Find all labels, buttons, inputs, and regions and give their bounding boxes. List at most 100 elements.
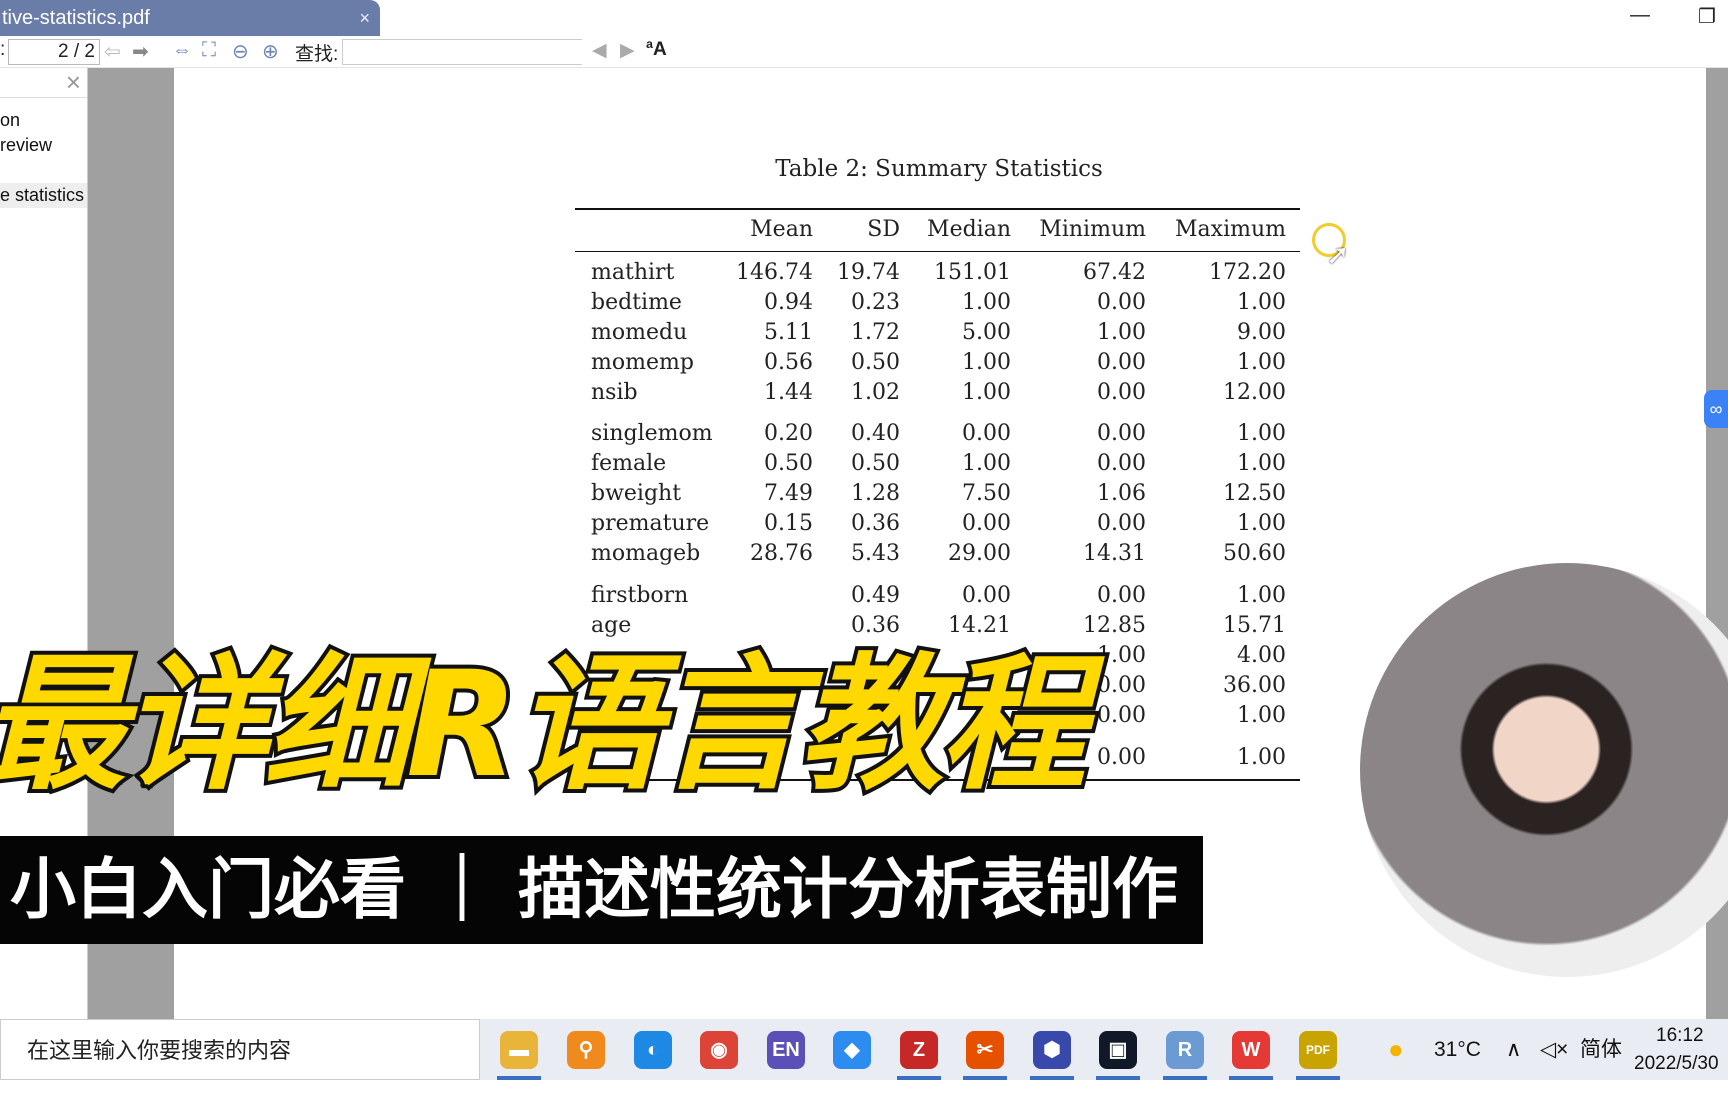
pdf-icon[interactable]: PDF [1299,1031,1337,1069]
table-cell: 1.00 [962,290,1011,315]
chrome-icon[interactable]: ◉ [700,1031,738,1069]
find-next-icon[interactable]: ▶ [620,39,635,62]
row-label: premature [591,511,710,536]
prev-page-icon[interactable]: ⇦ [104,39,121,64]
table-cell: 0.00 [962,583,1011,608]
zotero-icon[interactable]: Z [900,1031,938,1069]
wps-icon[interactable]: W [1232,1031,1270,1069]
active-app-indicator [1096,1076,1140,1080]
table-cell: 0.50 [851,451,900,476]
video-title-overlay: 最详细R语言教程 [0,636,1090,814]
table-cell: 1.00 [1237,511,1286,536]
active-app-indicator [897,1076,941,1080]
table-cell: 29.00 [948,541,1011,566]
fit-page-icon[interactable]: ⛶ [202,39,216,62]
table-cell: 0.23 [851,290,900,315]
table-cell: 1.00 [1237,350,1286,375]
table-cell: 172.20 [1209,260,1286,285]
weather-icon[interactable]: ● [1388,1019,1404,1080]
table-cell: 0.50 [851,350,900,375]
zoom-in-icon[interactable]: ⊕ [262,39,279,64]
browser-icon[interactable]: ◐ [634,1031,672,1069]
bookmark-item[interactable]: review [0,133,87,158]
camera-icon[interactable]: ▣ [1099,1031,1137,1069]
find-label: 查找: [295,44,339,65]
row-label: nsib [591,380,638,405]
table-cell: 50.60 [1223,541,1286,566]
volume-muted-icon[interactable]: ◁× [1540,1019,1568,1080]
active-app-indicator [1296,1076,1340,1080]
table-cell: 0.36 [851,613,900,638]
restore-button[interactable]: ❐ [1698,4,1716,29]
table-cell: 12.00 [1223,380,1286,405]
taskbar: 在这里输入你要搜索的内容 ▬ ⚲ ◐ ◉ EN ◆ Z ✂ ⬢ ▣ R W PDF ● 31°C ∧ ◁… [0,1019,1728,1080]
close-sidebar-icon[interactable]: × [66,68,81,96]
fit-width-icon[interactable]: ⇔ [172,39,192,62]
table-cell: 12.50 [1223,481,1286,506]
row-label: momedu [591,320,688,345]
table-cell: 0.00 [1097,511,1146,536]
table-cell: 1.00 [1097,320,1146,345]
page-label: : [0,39,6,60]
taskbar-search-input[interactable]: 在这里输入你要搜索的内容 [0,1019,480,1080]
table-cell: 1.00 [1237,451,1286,476]
row-label: momemp [591,350,694,375]
table-cell: 0.00 [1097,380,1146,405]
table-cell: 0.00 [962,511,1011,536]
find-prev-icon[interactable]: ◀ [592,39,607,62]
tray-chevron-icon[interactable]: ∧ [1506,1019,1521,1080]
minimize-button[interactable]: — [1630,4,1650,27]
row-label: momageb [591,541,701,566]
bookmark-item[interactable] [0,158,87,183]
clock-date[interactable]: 2022/5/30 [1634,1033,1719,1094]
active-app-indicator [1163,1076,1207,1080]
r-icon[interactable]: R [1166,1031,1204,1069]
en-dictionary-icon[interactable]: EN [767,1031,805,1069]
table-cell: 1.00 [1237,290,1286,315]
table-cell: 1.06 [1097,481,1146,506]
table-cell: 0.00 [1097,451,1146,476]
row-label: female [591,451,667,476]
find-input[interactable] [342,39,582,65]
scissors-icon[interactable]: ✂ [966,1031,1004,1069]
column-header: Minimum [1039,217,1146,242]
table-cell: 1.00 [962,380,1011,405]
top-rule [575,208,1300,210]
next-page-icon[interactable]: ➡ [132,39,149,64]
app-icon[interactable]: ⬢ [1033,1031,1071,1069]
table-cell: 0.00 [962,421,1011,446]
active-app-indicator [1030,1076,1074,1080]
table-cell: 0.00 [1097,290,1146,315]
bookmark-item[interactable]: on [0,108,87,133]
bookmark-item-selected[interactable]: e statistics [0,183,87,208]
video-subtitle-band: 小白入门必看 ｜ 描述性统计分析表制作 [0,836,1203,944]
table-cell: 15.71 [1223,613,1286,638]
column-header: SD [867,217,900,242]
active-app-indicator [963,1076,1007,1080]
file-explorer-icon[interactable]: ▬ [500,1031,538,1069]
table-cell: 1.28 [851,481,900,506]
notes-icon[interactable]: ◆ [833,1031,871,1069]
page-number-input[interactable]: 2 / 2 [8,39,100,65]
toolbar: : 2 / 2 ⇦ ➡ ⇔ ⛶ ⊖ ⊕ 查找: ◀ ▶ ªA [0,36,1728,68]
column-header: Maximum [1175,217,1286,242]
table-cell: 0.00 [1097,350,1146,375]
table-cell: 1.72 [851,320,900,345]
tab-pdf[interactable]: tive-statistics.pdf × [0,0,380,36]
tab-title: tive-statistics.pdf [2,7,150,29]
mid-rule [575,251,1300,252]
tab-bar: tive-statistics.pdf × — ❐ [0,0,1728,36]
table-cell: 0.00 [1097,421,1146,446]
close-tab-icon[interactable]: × [359,0,370,36]
table-cell: 1.02 [851,380,900,405]
table-cell: 1.00 [1237,421,1286,446]
weather-temp[interactable]: 31°C [1434,1019,1481,1080]
table-cell: 1.00 [962,451,1011,476]
ime-indicator[interactable]: 简体 [1580,1019,1622,1080]
table-cell: 9.00 [1237,320,1286,345]
link-icon[interactable]: ∞ [1704,390,1728,428]
zoom-out-icon[interactable]: ⊖ [232,39,249,64]
search-app-icon[interactable]: ⚲ [567,1031,605,1069]
match-case-icon[interactable]: ªA [646,39,667,61]
table-cell: 67.42 [1083,260,1146,285]
